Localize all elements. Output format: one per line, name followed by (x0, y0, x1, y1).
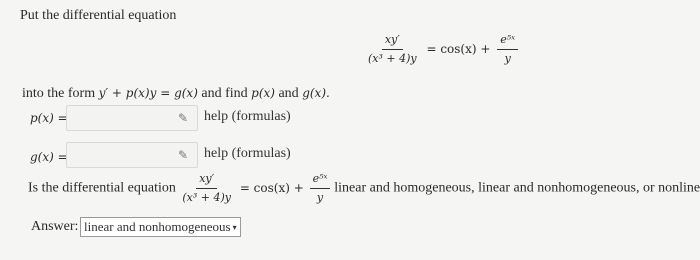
equation-lhs-fraction: xy′ (x³ + 4)y (365, 33, 420, 66)
question-rhs-denominator: y (316, 191, 324, 204)
pencil-icon[interactable]: ✎ (178, 111, 188, 126)
question-rhs: = cos(x) + (239, 181, 304, 195)
equation-numerator: xy′ (381, 33, 403, 50)
question-rhs-fraction: e⁵ˣ y (309, 172, 331, 205)
question-numerator: xy′ (196, 172, 218, 189)
equation-rhs-fraction: e⁵ˣ y (497, 33, 519, 66)
question-equation: xy′ (x³ + 4)y = cos(x) + e⁵ˣ y (179, 172, 334, 204)
instruction-line: into the form y′ + p(x)y = g(x) and find… (22, 86, 330, 102)
g-help-link[interactable]: help (formulas) (204, 146, 291, 162)
g-field-label: g(x) = (30, 150, 68, 164)
instruction-p: p(x) (251, 86, 275, 100)
intro-text: Put the differential equation (20, 8, 177, 23)
question-line: Is the differential equation xy′ (x³ + 4… (28, 172, 700, 205)
answer-select[interactable]: linear and nonhomogeneous ▾ (80, 217, 241, 237)
equation-rhs-numerator: e⁵ˣ (497, 33, 519, 50)
instruction-and: and (278, 86, 299, 101)
answer-selected-value: linear and nonhomogeneous (84, 219, 231, 234)
pencil-icon[interactable]: ✎ (178, 148, 188, 163)
equation-rhs-denominator: y (504, 52, 511, 65)
equation-denominator: (x³ + 4)y (368, 52, 417, 65)
main-equation: xy′ (x³ + 4)y = cos(x) + e⁵ˣ y (365, 33, 519, 66)
answer-label: Answer: (31, 219, 79, 234)
p-help-link[interactable]: help (formulas) (204, 109, 291, 125)
instruction-form: y′ + p(x)y = g(x) (98, 86, 198, 100)
instruction-g: g(x). (302, 86, 330, 100)
instruction-text-before: into the form (22, 86, 96, 101)
question-text-before: Is the differential equation (28, 180, 176, 196)
equation-rhs: = cos(x) + (426, 42, 491, 56)
chevron-down-icon: ▾ (232, 223, 237, 233)
p-field-label: p(x) = (30, 111, 68, 125)
instruction-text-after: and find (201, 86, 248, 101)
question-lhs-fraction: xy′ (x³ + 4)y (179, 172, 234, 205)
question-rhs-numerator: e⁵ˣ (309, 172, 331, 189)
question-text-after: linear and homogeneous, linear and nonho… (334, 180, 700, 196)
question-denominator: (x³ + 4)y (182, 191, 231, 204)
